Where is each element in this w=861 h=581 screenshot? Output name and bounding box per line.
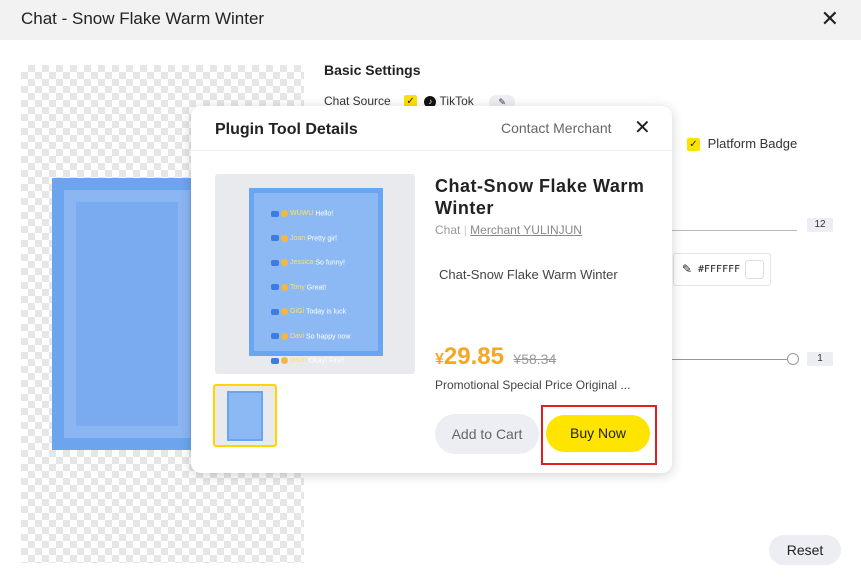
modal-title: Plugin Tool Details: [215, 121, 358, 138]
original-price: ¥58.34: [513, 351, 557, 367]
level-badge-icon: [281, 283, 288, 291]
preview-chat-user: jason: [290, 357, 307, 365]
platform-badge-label: Platform Badge: [707, 136, 798, 151]
chat-frame-preview: [52, 178, 202, 450]
level-badge-icon: [281, 308, 288, 315]
preview-chat-row: jason Okay! Fine!: [271, 357, 345, 364]
chat-bubble-icon: [271, 259, 279, 266]
highlight-box: [541, 405, 657, 465]
preview-chat-user: WUWU: [290, 210, 314, 218]
settings-heading: Basic Settings: [324, 62, 421, 78]
preview-chat-user: Joan: [290, 234, 306, 242]
preview-chat-text: Today is luck: [306, 308, 347, 316]
plugin-details-modal: Plugin Tool Details Contact Merchant ✕ W…: [191, 106, 672, 473]
color-picker[interactable]: ✎ #FFFFFF: [673, 253, 771, 286]
preview-chat-row: Davi So happy now: [271, 332, 351, 340]
preview-chat-row: Jessica So funny!: [271, 259, 345, 266]
level-badge-icon: [281, 332, 288, 340]
preview-chat-row: WUWU Hello!: [271, 210, 333, 217]
preview-chat-text: So happy now: [306, 332, 351, 340]
product-category: Chat: [435, 223, 461, 237]
chat-bubble-icon: [271, 333, 279, 339]
opacity-slider-knob[interactable]: [787, 353, 799, 365]
platform-badge-checkbox[interactable]: ✓: [687, 138, 700, 152]
preview-chat-user: GiGi: [290, 308, 304, 316]
chat-bubble-icon: [271, 210, 279, 217]
add-to-cart-button[interactable]: Add to Cart: [435, 414, 539, 454]
preview-chat-row: Joan Pretty girl: [271, 234, 337, 242]
color-swatch[interactable]: [745, 260, 764, 279]
close-icon[interactable]: ✕: [821, 6, 839, 32]
size-value: 12: [807, 218, 833, 232]
product-name: Chat-Snow Flake Warm Winter: [435, 176, 645, 218]
window-title: Chat - Snow Flake Warm Winter: [21, 9, 265, 28]
level-badge-icon: [281, 210, 288, 217]
product-description: Chat-Snow Flake Warm Winter: [439, 267, 618, 282]
level-badge-icon: [281, 234, 288, 242]
size-slider-track[interactable]: [672, 230, 797, 231]
level-badge-icon: [281, 259, 288, 266]
preview-chat-text: Pretty girl: [307, 234, 337, 242]
platform-badge-option[interactable]: ✓ Platform Badge: [687, 136, 798, 152]
chat-bubble-icon: [271, 357, 279, 364]
chat-bubble-icon: [271, 308, 279, 315]
close-icon[interactable]: ✕: [634, 115, 651, 140]
level-badge-icon: [281, 357, 288, 364]
contact-merchant-link[interactable]: Contact Merchant: [501, 120, 612, 136]
settings-panel: Basic Settings Chat Source ✓ ♪ TikTok ✎: [324, 62, 516, 109]
reset-button[interactable]: Reset: [769, 535, 841, 565]
preview-chat-text: Okay! Fine!: [308, 357, 345, 365]
opacity-value: 1: [807, 352, 833, 366]
product-preview-image: WUWU Hello! Joan Pretty girl Jessica So funny…: [215, 174, 415, 374]
opacity-slider-track[interactable]: [672, 359, 789, 360]
preview-chat-user: Tony: [290, 283, 305, 291]
modal-divider: [191, 150, 672, 151]
preview-chat-text: Great!: [306, 283, 327, 291]
promo-text: Promotional Special Price Original ...: [435, 378, 631, 392]
pen-icon: ✎: [682, 262, 693, 276]
preview-chat-user: Jessica: [290, 259, 314, 267]
preview-chat-text: So funny!: [315, 259, 345, 267]
price-block: ¥29.85 ¥58.34: [435, 343, 556, 371]
preview-chat-text: Hello!: [315, 210, 334, 218]
merchant-link[interactable]: Merchant YULINJUN: [470, 223, 582, 237]
preview-chat-user: Davi: [290, 332, 305, 340]
chat-bubble-icon: [271, 235, 279, 241]
chat-bubble-icon: [271, 284, 279, 290]
color-hex: #FFFFFF: [698, 264, 741, 275]
product-thumbnail[interactable]: [213, 384, 277, 447]
preview-chat-row: GiGi Today is luck: [271, 308, 346, 315]
product-meta: Chat | Merchant YULINJUN: [435, 223, 582, 237]
price-value: 29.85: [443, 343, 504, 370]
preview-chat-row: Tony Great!: [271, 283, 327, 291]
price-currency: ¥: [435, 351, 444, 368]
title-bar: Chat - Snow Flake Warm Winter ✕: [0, 0, 861, 40]
